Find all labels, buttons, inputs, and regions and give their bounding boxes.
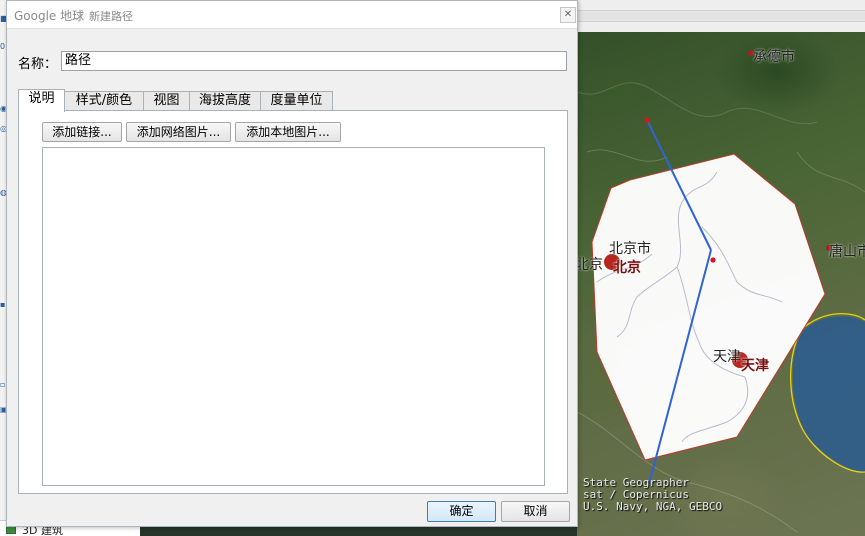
tab-description[interactable]: 说明 — [18, 89, 65, 112]
map-label-tianjin[interactable]: 天津 — [741, 355, 769, 375]
background-toolbar — [577, 0, 865, 32]
app-title: Google 地球 — [14, 9, 85, 23]
map-label-beijing[interactable]: 北京 — [613, 257, 641, 277]
add-web-image-button[interactable]: 添加网络图片... — [126, 122, 231, 142]
route-vertex — [710, 257, 716, 263]
close-icon[interactable]: ✕ — [560, 7, 576, 23]
dialog-titlebar[interactable]: Google 地球 - 新建路径 ✕ — [7, 1, 577, 29]
map-label-tianjin-prefix[interactable]: 天津 — [713, 346, 741, 366]
title-separator: - — [79, 7, 84, 21]
tab-panel-description: 添加链接... 添加网络图片... 添加本地图片... — [18, 110, 568, 494]
map-attribution: U.S. Navy, NGA, GEBCO — [583, 500, 723, 513]
name-input[interactable]: 路径 — [61, 51, 567, 71]
map-label-tangshan[interactable]: 唐山市 — [829, 241, 865, 261]
add-link-button[interactable]: 添加链接... — [42, 122, 122, 142]
ok-button[interactable]: 确定 — [427, 501, 496, 522]
description-textarea[interactable] — [42, 147, 545, 486]
map-label-chengde[interactable]: 承德市 — [753, 46, 795, 66]
cancel-button[interactable]: 取消 — [501, 501, 570, 522]
route-polygon — [591, 153, 826, 461]
tab-style-color[interactable]: 样式/颜色 — [64, 91, 144, 111]
map-view[interactable]: 承德市 北京市 北京 北京 天津 天津 唐山市 State Geographer… — [577, 32, 865, 536]
add-local-image-button[interactable]: 添加本地图片... — [235, 122, 341, 142]
map-label-beijing-city[interactable]: 北京市 — [609, 238, 651, 258]
map-overlay — [577, 50, 865, 533]
dialog-title: 新建路径 — [89, 10, 133, 23]
tab-measurements[interactable]: 度量单位 — [260, 91, 333, 111]
new-path-dialog: Google 地球 - 新建路径 ✕ 名称： 路径 说明 样式/颜色 视图 海拔… — [6, 0, 578, 527]
route-vertex — [644, 117, 650, 123]
tab-altitude[interactable]: 海拔高度 — [189, 91, 261, 111]
map-label-beijing-left[interactable]: 北京 — [577, 254, 603, 274]
tab-view[interactable]: 视图 — [143, 91, 190, 111]
sea-area — [792, 316, 865, 472]
background-toolbar-line — [577, 10, 865, 22]
screen: ■ 0 ◉ ◎ ◍ ▪ ▫ ▣ 3D 建筑 承德市 北京市 北京 北京 天津 天… — [0, 0, 865, 536]
name-label: 名称： — [18, 57, 58, 72]
